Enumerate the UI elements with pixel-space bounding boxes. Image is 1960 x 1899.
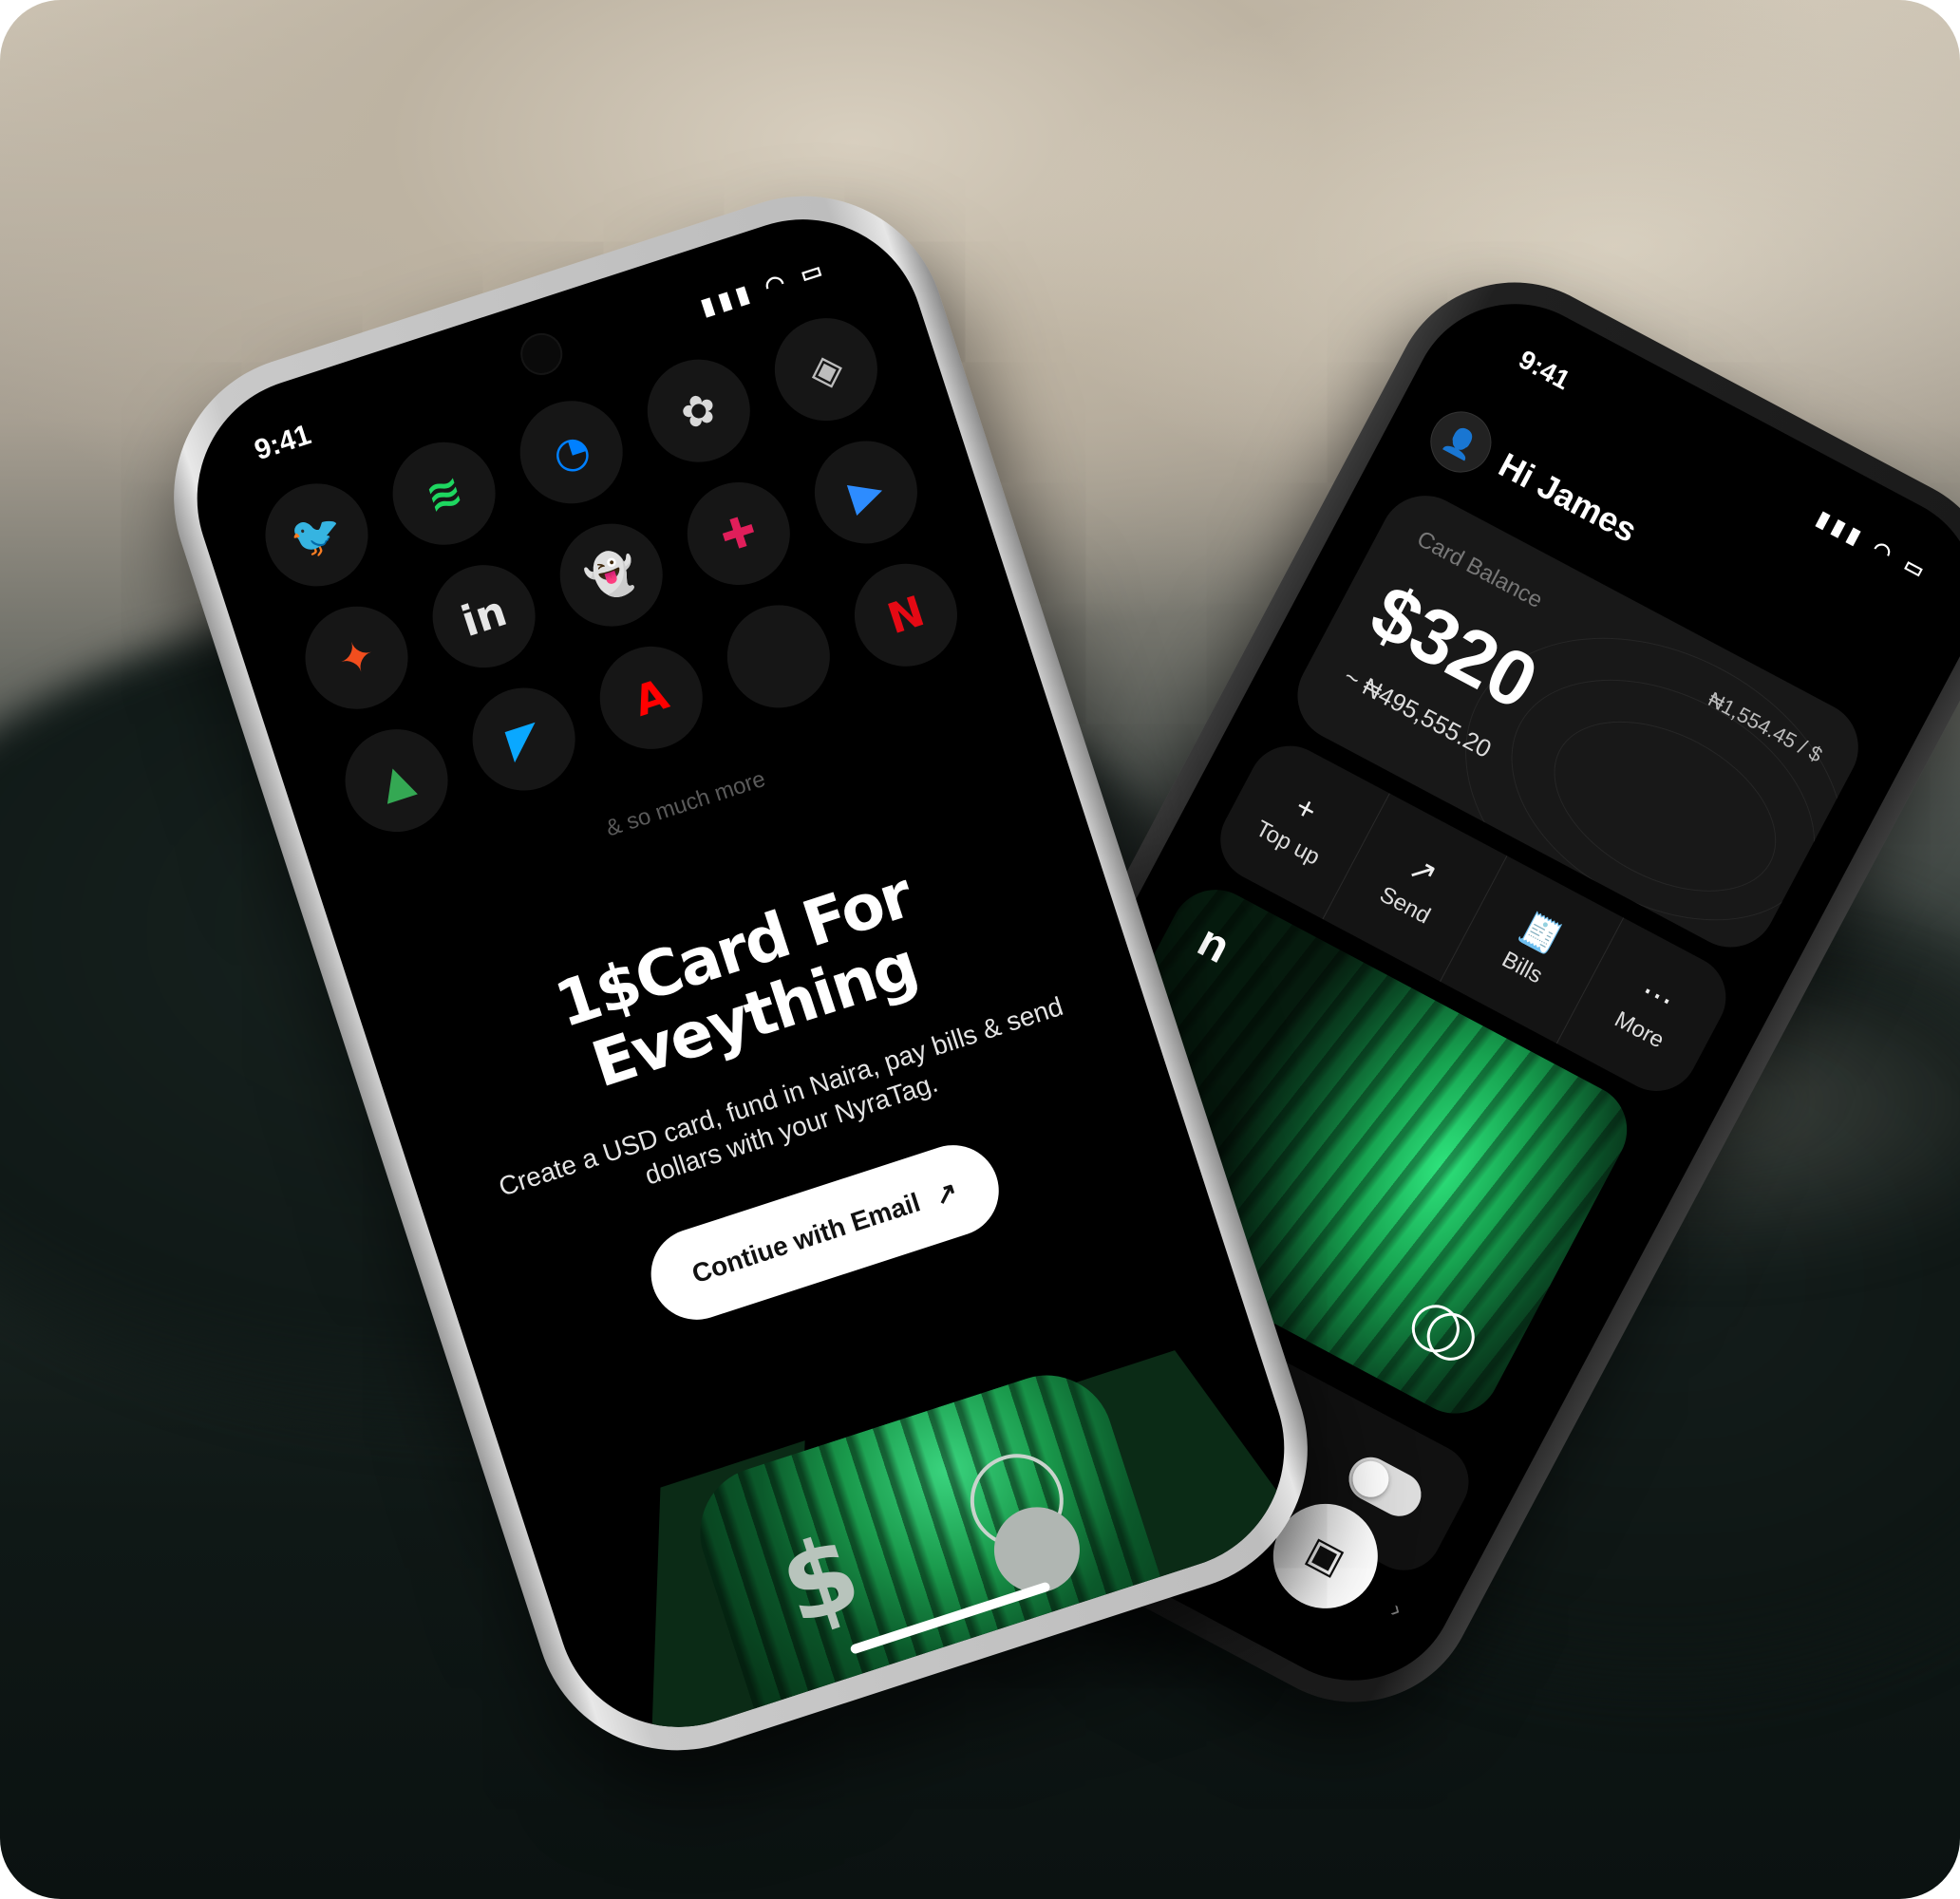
status-icons: ▮▮▮ ◠ ▭ (1813, 505, 1934, 586)
action-label: Top up (1251, 816, 1325, 871)
dollar-icon: $ (766, 1510, 874, 1649)
receipt-icon: 🧾 (1514, 908, 1567, 960)
profile-avatar-icon[interactable]: 👤 (1420, 401, 1502, 483)
onboarding-screen: 9:41 ▮▮▮ ◠ ▭ 🐦 ≋ ◔ ✿ ◈ ✦ in 👻 ✚ ▶ ▲ ◤ A N & so much m… (165, 187, 1316, 1759)
arrow-up-right-icon: ↗ (1403, 849, 1444, 894)
supported-apps-grid: 🐦 ≋ ◔ ✿ ◈ ✦ in 👻 ✚ ▶ ▲ ◤ A N (252, 305, 971, 846)
framer-icon: ◤ (459, 674, 589, 804)
spotify-icon: ≋ (379, 428, 509, 558)
slack-icon: ✚ (673, 468, 803, 599)
status-icons: ▮▮▮ ◠ ▭ (697, 255, 832, 321)
netflix-icon: N (840, 550, 971, 680)
status-time: 9:41 (251, 419, 315, 467)
linkedin-icon: in (419, 552, 549, 682)
adobe-icon: A (586, 632, 716, 762)
greeting: Hi James (1492, 444, 1644, 551)
button-label: Contiue with Email (688, 1187, 924, 1289)
figma-icon: ✦ (292, 592, 422, 723)
codepen-icon: ◈ (761, 305, 891, 435)
nyra-logo-icon: n (1189, 915, 1238, 974)
mastercard-icon (1399, 1296, 1483, 1374)
plus-icon: + (1289, 788, 1323, 830)
status-time: 9:41 (1514, 344, 1575, 396)
twitter-icon: 🐦 (252, 470, 382, 600)
more-dots-icon: ⋯ (1634, 972, 1681, 1020)
snapchat-icon: 👻 (546, 510, 676, 640)
zoom-icon: ▶ (801, 427, 931, 557)
background: 9:41 ▮▮▮ ◠ ▭ 👤 Hi James Card Balance ₦1,… (0, 0, 1960, 1899)
openai-icon: ✿ (633, 346, 763, 476)
apple-icon (713, 592, 843, 722)
arrow-up-right-icon: ↗ (931, 1175, 962, 1211)
chevron-right-icon[interactable]: › (1386, 1594, 1407, 1624)
digitalocean-icon: ◔ (506, 387, 636, 517)
google-drive-icon: ▲ (331, 716, 462, 846)
